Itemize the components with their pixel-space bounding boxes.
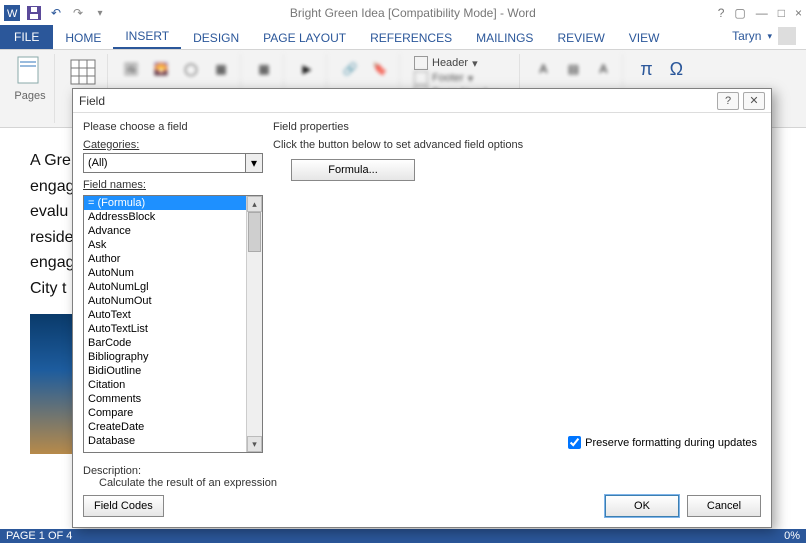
list-item[interactable]: Bibliography [84,350,246,364]
header-icon [414,56,428,70]
tab-review[interactable]: REVIEW [545,27,616,49]
status-zoom: 0% [784,530,800,542]
field-codes-button[interactable]: Field Codes [83,495,164,517]
online-pictures-icon[interactable]: 🌄 [148,56,174,82]
equation-icon[interactable]: π [633,56,659,82]
field-properties-title: Field properties [273,121,761,133]
word-icon: W [4,5,20,21]
field-properties-hint: Click the button below to set advanced f… [273,139,761,151]
list-item[interactable]: Comments [84,392,246,406]
field-dialog: Field ? ✕ Please choose a field Categori… [72,88,772,528]
save-icon[interactable] [26,5,42,21]
tab-design[interactable]: DESIGN [181,27,251,49]
footer-dropdown[interactable]: Footer▾ [414,71,509,85]
smartart-icon[interactable]: ▦ [208,56,234,82]
list-item[interactable]: AutoNumLgl [84,280,246,294]
list-item[interactable]: = (Formula) [84,196,246,210]
header-dropdown[interactable]: Header▾ [414,56,509,70]
tab-references[interactable]: REFERENCES [358,27,464,49]
tab-pagelayout[interactable]: PAGE LAYOUT [251,27,358,49]
ribbon-options-icon[interactable]: ▢ [734,6,745,20]
user-dropdown-icon: ▾ [767,31,772,42]
tab-mailings[interactable]: MAILINGS [464,27,545,49]
tab-home[interactable]: HOME [53,27,113,49]
svg-text:W: W [7,8,18,20]
preserve-formatting-label: Preserve formatting during updates [585,437,757,449]
symbol-icon[interactable]: Ω [663,56,689,82]
list-item[interactable]: Ask [84,238,246,252]
help-icon[interactable]: ? [718,6,725,20]
chevron-down-icon[interactable]: ▾ [245,153,263,173]
footer-icon [414,71,428,85]
list-item[interactable]: CreateDate [84,420,246,434]
titlebar: W ↶ ↷ ▾ Bright Green Idea [Compatibility… [0,0,806,26]
window-title: Bright Green Idea [Compatibility Mode] -… [108,6,718,20]
dialog-close-button[interactable]: ✕ [743,92,765,110]
description-text: Calculate the result of an expression [83,477,761,489]
list-item[interactable]: Compare [84,406,246,420]
textbox-icon[interactable]: A [530,56,556,82]
maximize-icon[interactable]: □ [778,6,785,20]
picture-icon[interactable]: 🖼 [118,56,144,82]
scroll-thumb[interactable] [248,212,261,252]
list-item[interactable]: Database [84,434,246,448]
user-name: Taryn [732,29,761,43]
dialog-help-button[interactable]: ? [717,92,739,110]
ribbon-tabs: FILE HOME INSERT DESIGN PAGE LAYOUT REFE… [0,26,806,50]
tab-insert[interactable]: INSERT [113,25,181,49]
avatar [778,27,796,45]
shapes-icon[interactable]: ◯ [178,56,204,82]
list-item[interactable]: AddressBlock [84,210,246,224]
scroll-down-icon[interactable]: ▾ [247,436,262,452]
list-scrollbar[interactable]: ▴ ▾ [246,196,262,452]
apps-icon[interactable]: ▦ [251,56,277,82]
list-item[interactable]: AutoNum [84,266,246,280]
ok-button[interactable]: OK [605,495,679,517]
choose-field-label: Please choose a field [83,121,263,133]
categories-value[interactable] [83,153,245,173]
ribbon-group-pages: Pages [6,54,55,123]
categories-select[interactable]: ▾ [83,153,263,173]
list-item[interactable]: AutoText [84,308,246,322]
close-icon[interactable]: × [795,6,802,20]
quickparts-icon[interactable]: ▤ [560,56,586,82]
list-item[interactable]: AutoNumOut [84,294,246,308]
hyperlink-icon[interactable]: 🔗 [337,56,363,82]
status-page: PAGE 1 OF 4 [6,530,72,542]
dialog-title: Field [79,94,713,108]
redo-icon[interactable]: ↷ [70,5,86,21]
wordart-icon[interactable]: A [590,56,616,82]
table-icon[interactable] [65,54,101,90]
fieldnames-label: Field names: [83,179,263,191]
formula-button[interactable]: Formula... [291,159,415,181]
minimize-icon[interactable]: — [756,6,768,20]
chevron-down-icon: ▾ [472,57,478,70]
tab-view[interactable]: VIEW [617,27,672,49]
pages-icon[interactable] [12,54,48,90]
list-item[interactable]: Citation [84,378,246,392]
list-item[interactable]: BarCode [84,336,246,350]
user-area[interactable]: Taryn ▾ [722,23,806,49]
list-item[interactable]: Advance [84,224,246,238]
quick-access-toolbar: W ↶ ↷ ▾ [4,5,108,21]
ribbon-label-pages: Pages [14,90,45,104]
status-bar: PAGE 1 OF 4 0% [0,529,806,543]
description-label: Description: [83,465,761,477]
undo-icon[interactable]: ↶ [48,5,64,21]
preserve-formatting-checkbox[interactable] [568,436,581,449]
video-icon[interactable]: ▶ [294,56,320,82]
list-item[interactable]: AutoTextList [84,322,246,336]
tab-file[interactable]: FILE [0,25,53,49]
qat-dropdown-icon[interactable]: ▾ [92,5,108,21]
categories-label: Categories: [83,139,263,151]
list-item[interactable]: Author [84,252,246,266]
cancel-button[interactable]: Cancel [687,495,761,517]
fieldnames-list[interactable]: = (Formula) AddressBlock Advance Ask Aut… [84,196,246,452]
scroll-up-icon[interactable]: ▴ [247,196,262,212]
list-item[interactable]: BidiOutline [84,364,246,378]
bookmark-icon[interactable]: 🔖 [367,56,393,82]
